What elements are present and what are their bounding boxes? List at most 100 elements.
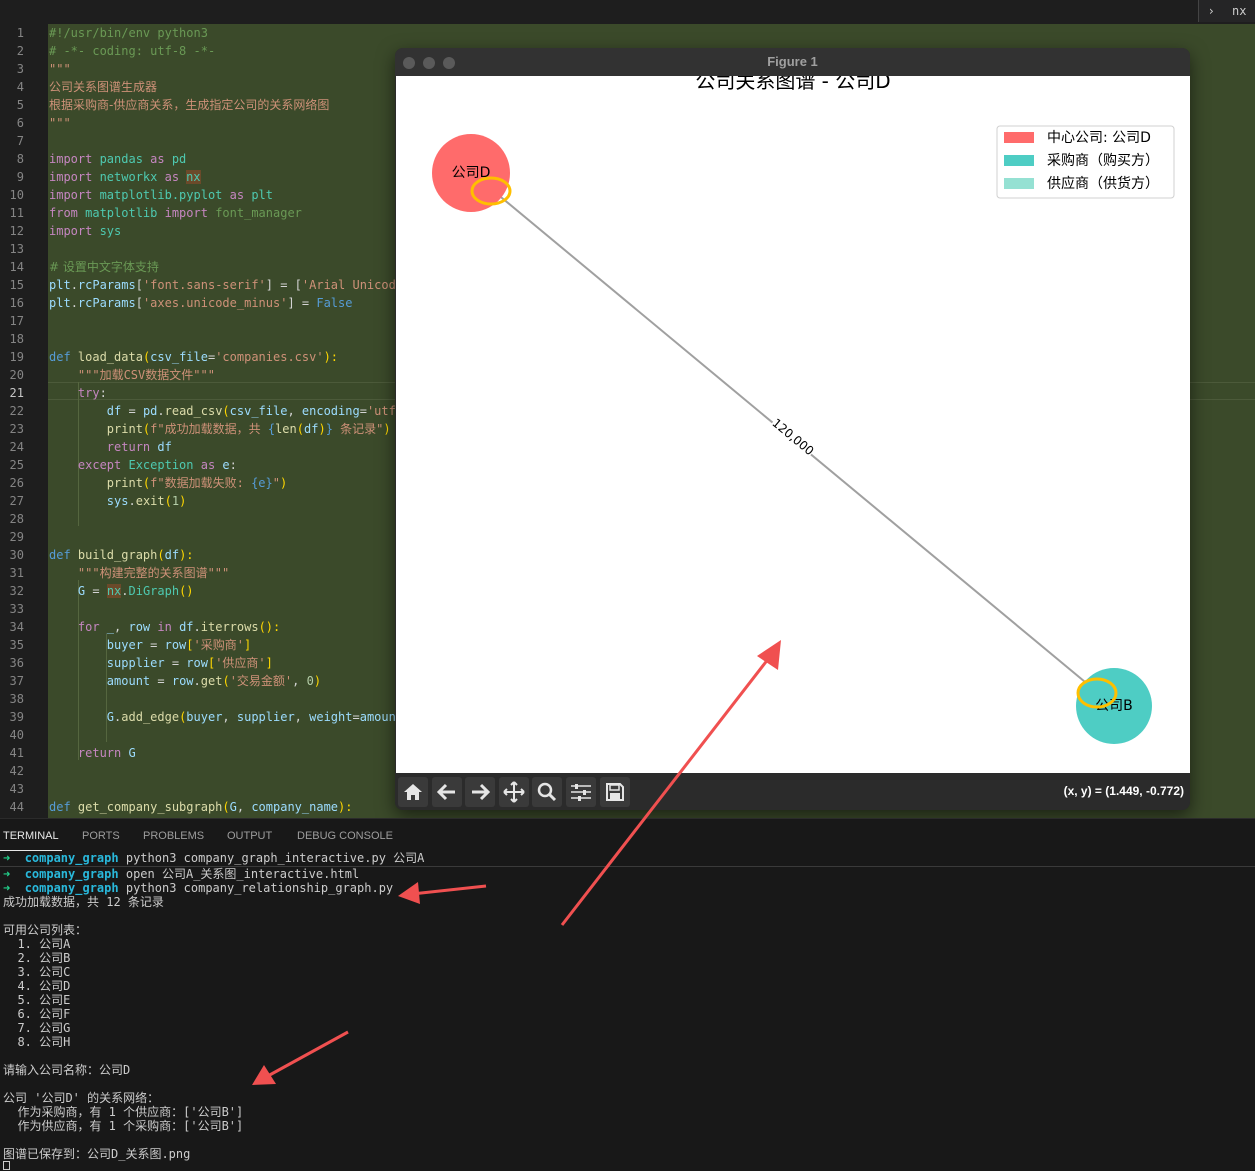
line-number: 4 — [16, 80, 24, 94]
code-token: e — [215, 458, 230, 472]
terminal-output-line: 6. 公司F — [3, 1007, 71, 1021]
code-token: , — [292, 674, 307, 688]
code-token: sys — [49, 494, 129, 508]
tab-problems[interactable]: PROBLEMS — [143, 830, 204, 842]
close-window-button[interactable] — [403, 57, 415, 69]
pan-icon[interactable] — [499, 777, 529, 807]
terminal-cursor[interactable] — [3, 1161, 10, 1170]
code-line-1: #!/usr/bin/env python3 — [49, 26, 208, 40]
top-bar: › nx — [0, 0, 1255, 24]
zoom-icon[interactable] — [532, 777, 562, 807]
legend-label: 供应商（供货方） — [1047, 175, 1159, 192]
code-line-25: except Exception as e: — [49, 456, 237, 474]
line-number: 33 — [9, 602, 24, 616]
terminal-command: python3 company_graph_interactive.py 公司A — [125, 851, 425, 865]
plot-canvas[interactable]: 公司关系图谱 - 公司D 120,000 公司D 公司B 中心公司: 公司D 采… — [396, 76, 1190, 773]
code-token: add_edge — [121, 710, 180, 724]
line-number: 9 — [16, 170, 24, 184]
code-token: = — [85, 584, 107, 598]
code-token: ) — [279, 476, 288, 490]
code-token: iterrows — [200, 620, 259, 634]
code-token: row — [164, 638, 187, 652]
code-token: G — [121, 746, 136, 760]
line-number: 31 — [9, 566, 24, 580]
prompt-arrow-icon: ➜ — [3, 881, 11, 895]
legend-swatch — [1004, 178, 1034, 189]
code-token: ) — [313, 674, 322, 688]
prompt-dir: company_graph — [24, 881, 119, 895]
code-line-22: df = pd.read_csv(csv_file, encoding='utf — [49, 402, 396, 420]
terminal-output-line: 请输入公司名称：公司D — [3, 1063, 131, 1077]
line-number-gutter: 1 2 3 4 5 6 7 8 9 10 11 12 13 14 15 16 17 18 19 20 21 22 23 24 2… — [0, 24, 48, 818]
configure-subplots-icon[interactable] — [566, 777, 596, 807]
tab-ports[interactable]: PORTS — [82, 830, 120, 842]
code-token: import — [49, 152, 93, 166]
code-token: ( — [222, 674, 230, 688]
tab-output[interactable]: OUTPUT — [227, 830, 272, 842]
code-token: ( — [296, 422, 304, 436]
line-number: 21 — [9, 386, 24, 400]
code-token: ( — [222, 404, 230, 418]
code-token: : — [99, 386, 107, 400]
tab-terminal[interactable]: TERMINAL — [3, 830, 59, 842]
code-token: df — [304, 422, 319, 436]
legend-label: 采购商（购买方） — [1047, 153, 1159, 169]
code-token: ) — [383, 422, 391, 436]
line-number: 25 — [9, 458, 24, 472]
terminal-output-line: 图谱已保存到：公司D_关系图.png — [3, 1147, 191, 1161]
code-token: 0 — [306, 674, 314, 688]
terminal-command-line: ➜ company_graph python3 company_relation… — [3, 881, 393, 895]
code-token: pandas — [92, 152, 151, 166]
line-number: 23 — [9, 422, 24, 436]
forward-arrow-icon[interactable] — [465, 777, 495, 807]
code-line-15: plt.rcParams['font.sans-serif'] = ['Aria… — [49, 276, 396, 294]
code-token: , — [236, 800, 252, 814]
code-token: import — [49, 224, 93, 238]
line-number: 37 — [9, 674, 24, 688]
code-line-30: def build_graph(df): — [49, 546, 194, 564]
back-arrow-icon[interactable] — [432, 777, 462, 807]
code-line-26: print(f"数据加载失败: {e}") — [49, 474, 287, 492]
maximize-window-button[interactable] — [443, 57, 455, 69]
code-token: ] = — [287, 296, 317, 310]
code-token: , — [222, 710, 237, 724]
terminal-output-line: 4. 公司D — [3, 979, 71, 993]
line-number: 44 — [9, 800, 24, 814]
home-icon[interactable] — [398, 777, 428, 807]
code-token: G — [49, 710, 115, 724]
line-number: 29 — [9, 530, 24, 544]
code-token: row — [171, 674, 194, 688]
code-line-20: """加载CSV数据文件""" — [49, 368, 215, 382]
save-icon[interactable] — [600, 777, 630, 807]
tab-nx[interactable]: › nx — [1198, 0, 1255, 22]
code-token: csv_file — [150, 350, 208, 364]
code-line-39: G.add_edge(buyer, supplier, weight=amoun — [49, 708, 396, 726]
tab-nx-label: nx — [1231, 4, 1247, 18]
code-token: Exception — [121, 458, 194, 472]
code-token: load_data — [70, 350, 143, 364]
code-token: " — [272, 476, 280, 490]
code-line-6: """ — [49, 116, 71, 130]
code-token: def — [49, 548, 71, 562]
configure-glyph — [571, 784, 591, 801]
code-token: ] — [265, 656, 273, 670]
code-token: networkx — [92, 170, 165, 184]
line-number: 19 — [9, 350, 24, 364]
figure-window[interactable]: Figure 1 公司关系图谱 - 公司D 120,000 公司D 公司B 中心… — [395, 48, 1190, 810]
plot-title: 公司关系图谱 - 公司D — [695, 76, 890, 93]
terminal-output-line: 公司 '公司D' 的关系网络： — [3, 1091, 160, 1105]
minimize-window-button[interactable] — [423, 57, 435, 69]
figure-titlebar[interactable]: Figure 1 — [395, 48, 1190, 76]
tab-debug-console[interactable]: DEBUG CONSOLE — [297, 830, 393, 842]
pan-glyph — [503, 781, 525, 803]
terminal-output-line: 5. 公司E — [3, 993, 71, 1007]
terminal-output-line: 作为采购商，有 1 个供应商：['公司B'] — [3, 1105, 244, 1119]
code-token: import — [49, 170, 93, 184]
code-token: row — [186, 656, 208, 670]
code-token: ( — [164, 494, 172, 508]
line-number: 22 — [9, 404, 24, 418]
code-token: company_name — [251, 800, 339, 814]
code-token: import — [164, 206, 208, 220]
code-token: ) — [179, 494, 187, 508]
prompt-arrow-icon: ➜ — [3, 851, 11, 865]
